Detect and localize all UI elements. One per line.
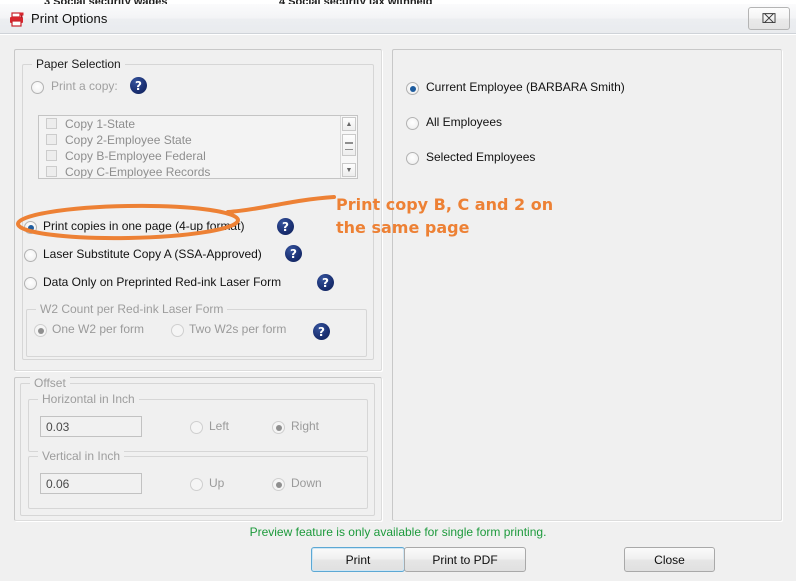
list-item-label: Copy 1-State bbox=[65, 117, 136, 131]
checkbox-copy-c[interactable] bbox=[46, 166, 57, 177]
radio-current-employee[interactable] bbox=[406, 82, 419, 95]
annotation-line-2: the same page bbox=[336, 218, 470, 237]
label-offset-down: Down bbox=[291, 476, 322, 490]
copy-listbox[interactable]: Copy 1-State Copy 2-Employee State Copy … bbox=[38, 115, 358, 179]
help-icon-print-copies-one-page[interactable]: ? bbox=[277, 218, 294, 235]
w2-count-title: W2 Count per Red-ink Laser Form bbox=[36, 302, 228, 316]
list-item-label: Copy C-Employee Records bbox=[65, 165, 211, 179]
dialog-title: Print Options bbox=[31, 11, 108, 26]
radio-offset-left bbox=[190, 421, 203, 434]
dialog-client-area: Paper Selection Print a copy: ? Copy 1-S… bbox=[0, 34, 796, 581]
print-to-pdf-button[interactable]: Print to PDF bbox=[404, 547, 526, 572]
paper-selection-title: Paper Selection bbox=[32, 57, 125, 71]
printer-icon bbox=[9, 12, 25, 27]
label-one-w2-per-form: One W2 per form bbox=[52, 322, 145, 336]
scroll-up-icon[interactable]: ▲ bbox=[342, 117, 356, 131]
checkbox-copy-1[interactable] bbox=[46, 118, 57, 129]
vertical-offset-title: Vertical in Inch bbox=[38, 449, 125, 463]
print-options-dialog: Print Options ⌧ Paper Selection Print a … bbox=[0, 4, 796, 581]
checkbox-copy-b[interactable] bbox=[46, 150, 57, 161]
annotation-text: Print copy B, C and 2 on the same page bbox=[336, 193, 566, 239]
label-offset-right: Right bbox=[291, 419, 320, 433]
scroll-down-icon[interactable]: ▼ bbox=[342, 163, 356, 177]
radio-offset-up bbox=[190, 478, 203, 491]
horizontal-offset-title: Horizontal in Inch bbox=[38, 392, 139, 406]
radio-selected-employees[interactable] bbox=[406, 152, 419, 165]
help-icon-data-only-preprinted[interactable]: ? bbox=[317, 274, 334, 291]
help-icon-laser-substitute-copy-a[interactable]: ? bbox=[285, 245, 302, 262]
radio-all-employees[interactable] bbox=[406, 117, 419, 130]
radio-laser-substitute-copy-a[interactable] bbox=[24, 249, 37, 262]
radio-offset-down bbox=[272, 478, 285, 491]
label-data-only-preprinted: Data Only on Preprinted Red-ink Laser Fo… bbox=[43, 275, 282, 289]
radio-print-copies-one-page[interactable] bbox=[24, 221, 37, 234]
label-print-copies-one-page: Print copies in one page (4-up format) bbox=[43, 219, 245, 233]
list-item[interactable]: Copy C-Employee Records bbox=[39, 164, 357, 179]
scrollbar-thumb[interactable] bbox=[342, 134, 356, 156]
close-button[interactable]: Close bbox=[624, 547, 715, 572]
label-laser-substitute-copy-a: Laser Substitute Copy A (SSA-Approved) bbox=[43, 247, 262, 261]
radio-one-w2-per-form bbox=[34, 324, 47, 337]
listbox-scrollbar[interactable]: ▲ ▼ bbox=[340, 116, 357, 178]
label-offset-up: Up bbox=[209, 476, 225, 490]
horizontal-offset-input[interactable]: 0.03 bbox=[40, 416, 142, 437]
list-item[interactable]: Copy 1-State bbox=[39, 116, 357, 132]
label-print-a-copy: Print a copy: bbox=[51, 79, 118, 93]
window-close-icon[interactable]: ⌧ bbox=[748, 7, 790, 30]
radio-print-a-copy[interactable] bbox=[31, 81, 44, 94]
radio-two-w2s-per-form bbox=[171, 324, 184, 337]
label-offset-left: Left bbox=[209, 419, 230, 433]
list-item-label: Copy B-Employee Federal bbox=[65, 149, 206, 163]
radio-data-only-preprinted[interactable] bbox=[24, 277, 37, 290]
list-item[interactable]: Copy 2-Employee State bbox=[39, 132, 357, 148]
preview-note: Preview feature is only available for si… bbox=[249, 525, 547, 539]
offset-title: Offset bbox=[30, 376, 70, 390]
dialog-title-bar[interactable]: Print Options ⌧ bbox=[0, 4, 796, 34]
list-item-label: Copy 2-Employee State bbox=[65, 133, 192, 147]
print-button[interactable]: Print bbox=[311, 547, 405, 572]
radio-offset-right bbox=[272, 421, 285, 434]
label-selected-employees: Selected Employees bbox=[426, 150, 536, 164]
list-item[interactable]: Copy B-Employee Federal bbox=[39, 148, 357, 164]
label-current-employee: Current Employee (BARBARA Smith) bbox=[426, 80, 625, 94]
label-two-w2s-per-form: Two W2s per form bbox=[189, 322, 287, 336]
label-all-employees: All Employees bbox=[426, 115, 503, 129]
annotation-line-1: Print copy B, C and 2 on bbox=[336, 195, 554, 214]
vertical-offset-input[interactable]: 0.06 bbox=[40, 473, 142, 494]
checkbox-copy-2[interactable] bbox=[46, 134, 57, 145]
help-icon-print-a-copy[interactable]: ? bbox=[130, 77, 147, 94]
help-icon-w2-count[interactable]: ? bbox=[313, 323, 330, 340]
